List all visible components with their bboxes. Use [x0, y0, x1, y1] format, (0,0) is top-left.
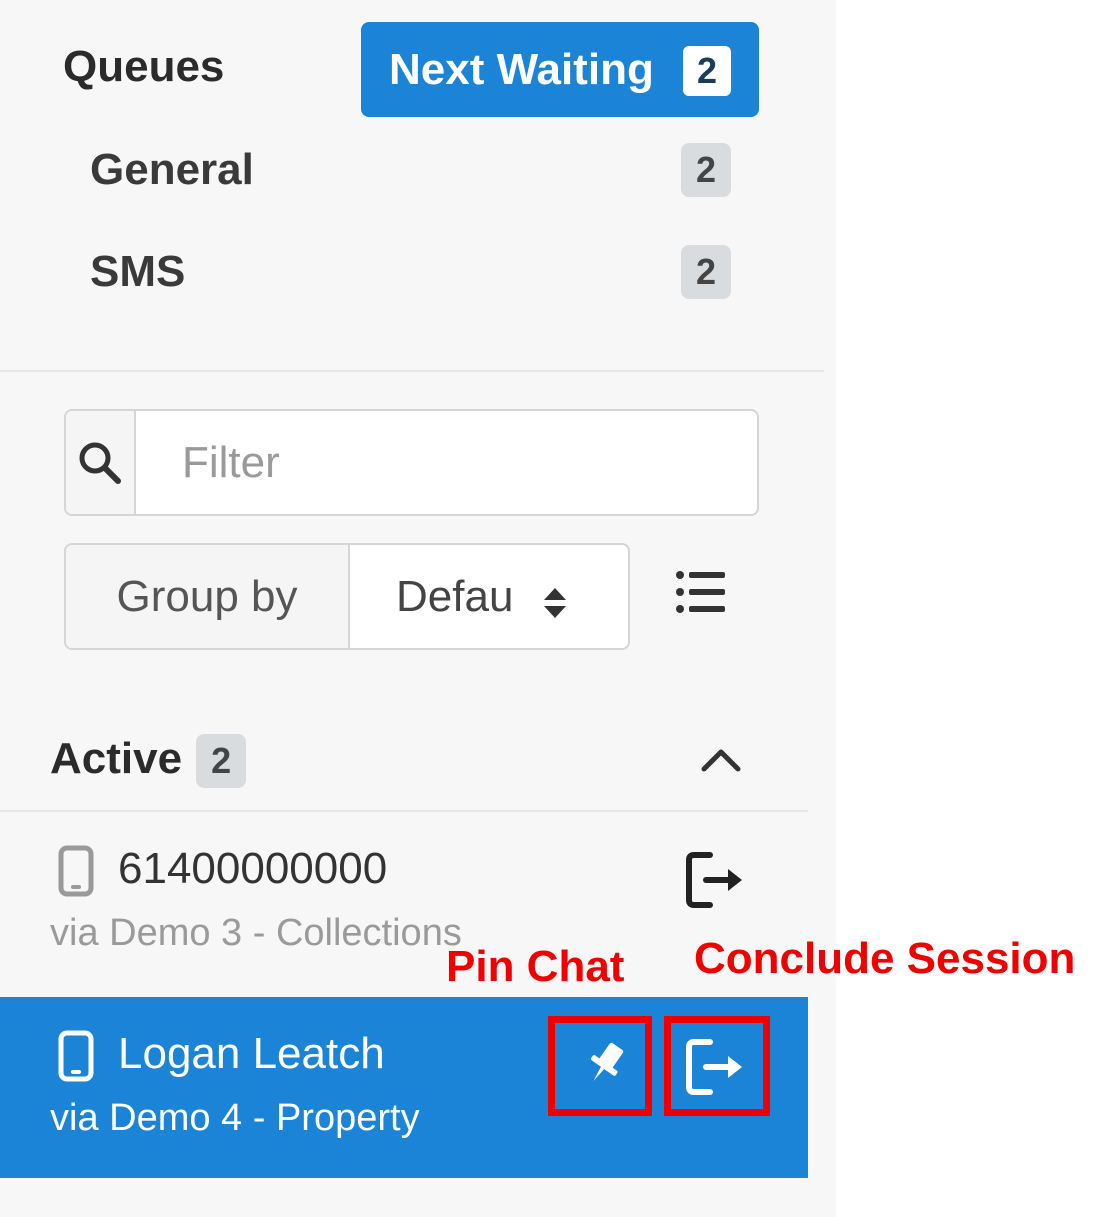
- active-title: Active: [50, 734, 183, 783]
- queue-item-label: SMS: [90, 247, 186, 296]
- active-section-header[interactable]: Active 2: [50, 730, 247, 788]
- queue-item-general[interactable]: General 2: [90, 140, 740, 200]
- next-waiting-label: Next Waiting: [389, 44, 654, 94]
- group-by-selected-value: Defau: [396, 571, 514, 621]
- session-title: 61400000000: [118, 844, 388, 893]
- mobile-phone-icon: [58, 845, 94, 902]
- group-by-control: Group by Defau: [64, 543, 630, 650]
- sort-caret-icon: [542, 581, 568, 631]
- next-waiting-button[interactable]: Next Waiting 2: [361, 22, 759, 117]
- chevron-up-icon[interactable]: [700, 745, 742, 778]
- next-waiting-count-badge: 2: [683, 46, 731, 96]
- filter-input[interactable]: [136, 411, 757, 514]
- group-by-label: Group by: [66, 545, 350, 648]
- session-subtitle: via Demo 3 - Collections: [50, 912, 462, 954]
- queue-item-sms[interactable]: SMS 2: [90, 242, 740, 302]
- pin-chat-highlight: [548, 1016, 652, 1116]
- session-item[interactable]: 61400000000 via Demo 3 - Collections: [0, 812, 808, 997]
- pin-chat-annotation: Pin Chat: [446, 942, 625, 991]
- queue-count-badge: 2: [681, 245, 731, 299]
- list-view-icon[interactable]: [675, 570, 727, 619]
- filter-group: [64, 409, 759, 516]
- mobile-phone-icon: [58, 1030, 94, 1087]
- active-count-badge: 2: [196, 734, 247, 788]
- divider: [0, 370, 824, 372]
- conclude-session-annotation: Conclude Session: [694, 934, 1076, 983]
- conclude-session-highlight: [664, 1016, 770, 1116]
- conclude-session-icon[interactable]: [684, 850, 746, 915]
- group-by-select[interactable]: Defau: [350, 545, 628, 648]
- session-subtitle: via Demo 4 - Property: [50, 1097, 420, 1139]
- queues-title: Queues: [63, 42, 225, 91]
- session-title: Logan Leatch: [118, 1029, 385, 1078]
- queue-count-badge: 2: [681, 143, 731, 197]
- queue-item-label: General: [90, 145, 254, 194]
- search-icon: [66, 411, 136, 514]
